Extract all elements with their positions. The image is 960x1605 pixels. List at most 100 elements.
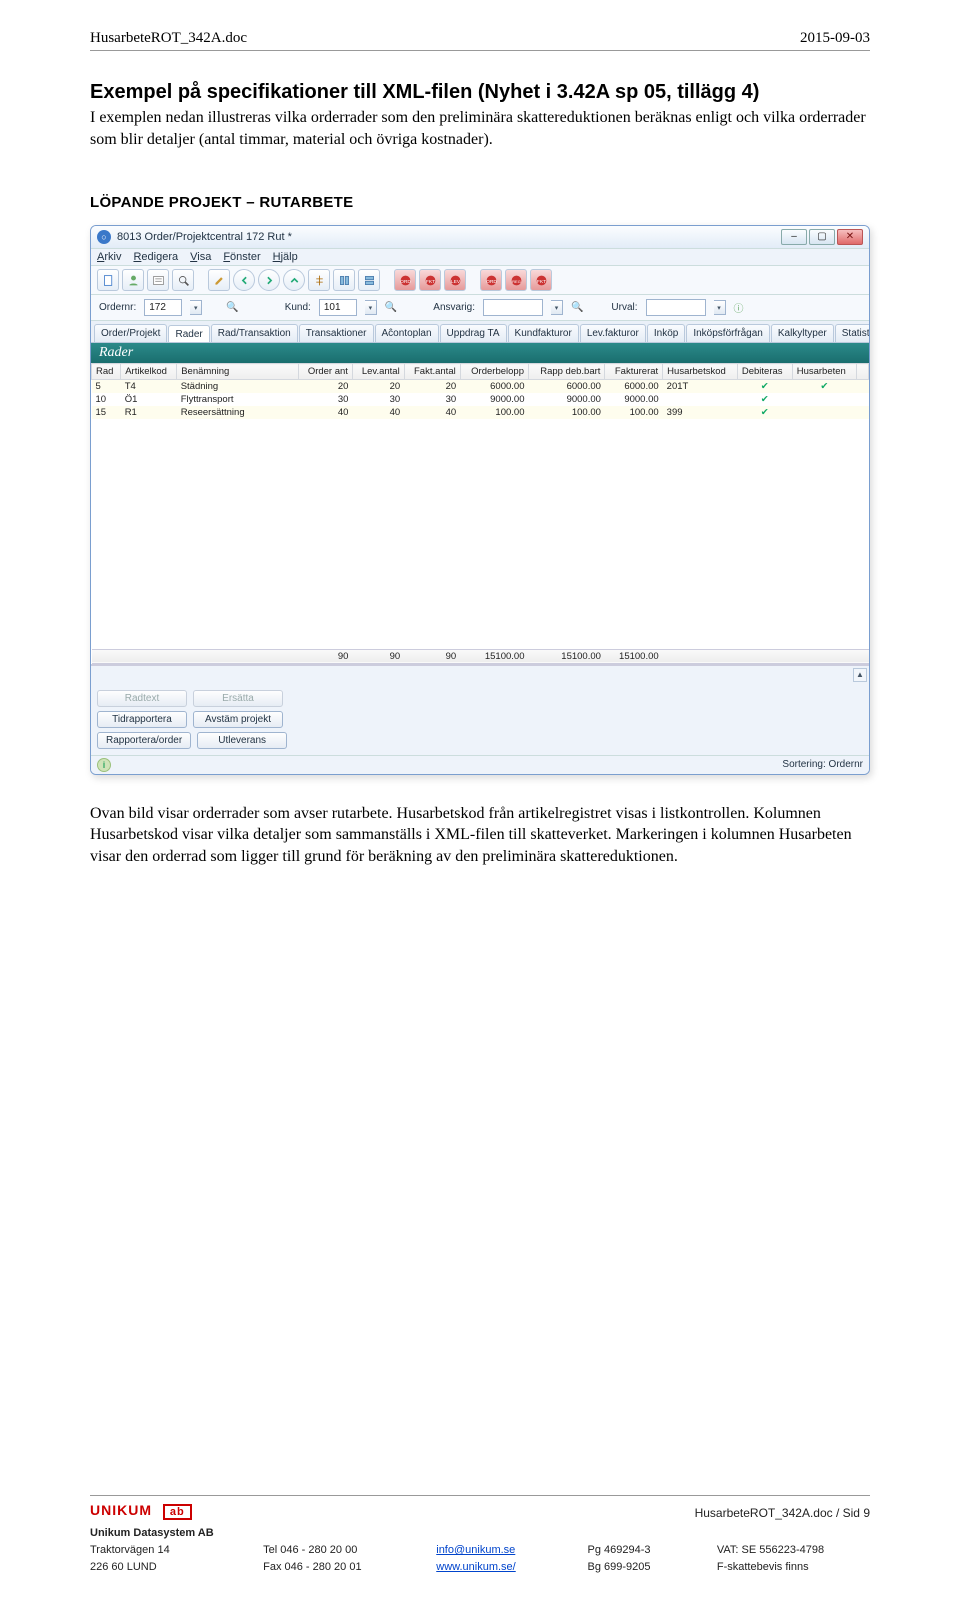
table-header-row: Rad Artikelkod Benämning Order ant Lev.a… [92, 364, 869, 380]
cell: 20 [298, 380, 352, 394]
col-artikelkod[interactable]: Artikelkod [121, 364, 177, 380]
search-kund-icon[interactable]: 🔍 [385, 302, 397, 313]
data-table: Rad Artikelkod Benämning Order ant Lev.a… [91, 363, 869, 665]
cell: 10 [92, 393, 121, 406]
toolbar-red4-icon[interactable]: ORD [480, 269, 502, 291]
toolbar-red6-icon[interactable]: FKT [530, 269, 552, 291]
toolbar-list-icon[interactable] [147, 269, 169, 291]
tab-acontoplan[interactable]: Aĉontoplan [375, 324, 439, 342]
menu-fonster[interactable]: Fönster [223, 251, 260, 263]
header-date: 2015-09-03 [800, 30, 870, 47]
urval-dropdown-icon[interactable]: ▾ [714, 300, 726, 315]
footer-bg: Bg 699-9205 [588, 1560, 697, 1575]
cell: 5 [92, 380, 121, 394]
footer-vat: VAT: SE 556223-4798 [717, 1543, 870, 1558]
col-benamning[interactable]: Benämning [177, 364, 298, 380]
tidrapportera-button[interactable]: Tidrapportera [97, 711, 187, 728]
tab-rader[interactable]: Rader [168, 325, 209, 343]
ordernr-dropdown-icon[interactable]: ▾ [190, 300, 202, 315]
toolbar-forward-icon[interactable] [258, 269, 280, 291]
ordernr-input[interactable]: 172 [144, 299, 182, 316]
col-levantal[interactable]: Lev.antal [352, 364, 404, 380]
col-husarbetskod[interactable]: Husarbetskod [663, 364, 738, 380]
col-faktantal[interactable]: Fakt.antal [404, 364, 460, 380]
menu-arkiv[interactable]: Arkiv [97, 251, 121, 263]
app-window: ○ 8013 Order/Projektcentral 172 Rut * – … [90, 225, 870, 775]
tab-rad-transaktion[interactable]: Rad/Transaktion [211, 324, 298, 342]
avstam-button[interactable]: Avstäm projekt [193, 711, 283, 728]
col-husarbeten[interactable]: Husarbeten [792, 364, 856, 380]
ansvarig-label: Ansvarig: [433, 302, 475, 313]
tab-kundfakturor[interactable]: Kundfakturor [508, 324, 579, 342]
tab-levfakturor[interactable]: Lev.fakturor [580, 324, 646, 342]
table-row[interactable]: 5 T4 Städning 20 20 20 6000.00 6000.00 6… [92, 380, 869, 394]
col-rappdebbart[interactable]: Rapp deb.bart [528, 364, 604, 380]
search-ordernr-icon[interactable]: 🔍 [226, 302, 238, 313]
col-orderbelopp[interactable]: Orderbelopp [460, 364, 528, 380]
toolbar-search-icon[interactable] [172, 269, 194, 291]
utleverans-button[interactable]: Utleverans [197, 732, 287, 749]
footer-addr2: 226 60 LUND [90, 1560, 243, 1575]
toolbar-up-icon[interactable] [283, 269, 305, 291]
urval-input[interactable] [646, 299, 706, 316]
scroll-up-icon[interactable]: ▲ [853, 668, 867, 682]
tab-transaktioner[interactable]: Transaktioner [299, 324, 374, 342]
col-rad[interactable]: Rad [92, 364, 121, 380]
col-orderant[interactable]: Order ant [298, 364, 352, 380]
footer-company: Unikum Datasystem AB [90, 1526, 243, 1541]
toolbar-red3-icon[interactable]: LEV [444, 269, 466, 291]
ansvarig-dropdown-icon[interactable]: ▾ [551, 300, 563, 315]
svg-text:ORD: ORD [486, 279, 497, 285]
footer-web-link[interactable]: www.unikum.se/ [436, 1561, 515, 1573]
scroll-corner: ▲ [91, 665, 869, 684]
cell: 201T [663, 380, 738, 394]
kund-dropdown-icon[interactable]: ▾ [365, 300, 377, 315]
maximize-button[interactable]: ▢ [809, 229, 835, 245]
toolbar-back-icon[interactable] [233, 269, 255, 291]
info-urval-icon[interactable]: ⓘ [734, 300, 744, 315]
tabstrip: Order/Projekt Rader Rad/Transaktion Tran… [91, 321, 869, 343]
total-cell: 15100.00 [460, 649, 528, 663]
svg-text:FKT: FKT [536, 279, 545, 285]
table-row[interactable]: 10 Ö1 Flyttransport 30 30 30 9000.00 900… [92, 393, 869, 406]
footer-mail-link[interactable]: info@unikum.se [436, 1544, 515, 1556]
tab-inkopsforfragan[interactable]: Inköpsförfrågan [686, 324, 770, 342]
total-cell: 90 [404, 649, 460, 663]
filterbar: Ordernr: 172▾ 🔍 Kund: 101▾ 🔍 Ansvarig: ▾… [91, 295, 869, 321]
toolbar-columns-icon[interactable] [333, 269, 355, 291]
toolbar-new-icon[interactable] [97, 269, 119, 291]
minimize-button[interactable]: – [781, 229, 807, 245]
status-info-icon[interactable]: i [97, 758, 111, 772]
cell: 15 [92, 406, 121, 419]
menu-hjalp[interactable]: Hjälp [273, 251, 298, 263]
table-row[interactable]: 15 R1 Reseersättning 40 40 40 100.00 100… [92, 406, 869, 419]
toolbar-red1-icon[interactable]: ORD [394, 269, 416, 291]
window-title: 8013 Order/Projektcentral 172 Rut * [117, 231, 781, 243]
cell: 100.00 [605, 406, 663, 419]
tab-order-projekt[interactable]: Order/Projekt [94, 324, 167, 342]
toolbar-edit-icon[interactable] [208, 269, 230, 291]
kund-input[interactable]: 101 [319, 299, 357, 316]
toolbar-tree-icon[interactable] [308, 269, 330, 291]
menu-redigera[interactable]: Redigera [133, 251, 178, 263]
close-button[interactable]: ✕ [837, 229, 863, 245]
toolbar-rows-icon[interactable] [358, 269, 380, 291]
col-fakturerat[interactable]: Fakturerat [605, 364, 663, 380]
col-debiteras[interactable]: Debiteras [737, 364, 792, 380]
ansvarig-input[interactable] [483, 299, 543, 316]
toolbar-user-icon[interactable] [122, 269, 144, 291]
search-ansvarig-icon[interactable]: 🔍 [571, 302, 583, 313]
toolbar: ORD FKT LEV ORD REG FKT [91, 266, 869, 295]
tab-statistik[interactable]: Statistik [835, 324, 869, 342]
tab-uppdrag-ta[interactable]: Uppdrag TA [440, 324, 507, 342]
toolbar-red2-icon[interactable]: FKT [419, 269, 441, 291]
rapportera-button[interactable]: Rapportera/order [97, 732, 191, 749]
section-header: Rader [91, 343, 869, 363]
page-footer: UNIKUM ab HusarbeteROT_342A.doc / Sid 9 … [90, 1495, 870, 1575]
tab-inkop[interactable]: Inköp [647, 324, 685, 342]
total-cell: 90 [298, 649, 352, 663]
menu-visa[interactable]: Visa [190, 251, 211, 263]
toolbar-red5-icon[interactable]: REG [505, 269, 527, 291]
tab-kalkyltyper[interactable]: Kalkyltyper [771, 324, 834, 342]
footer-tel: Tel 046 - 280 20 00 [263, 1543, 416, 1558]
